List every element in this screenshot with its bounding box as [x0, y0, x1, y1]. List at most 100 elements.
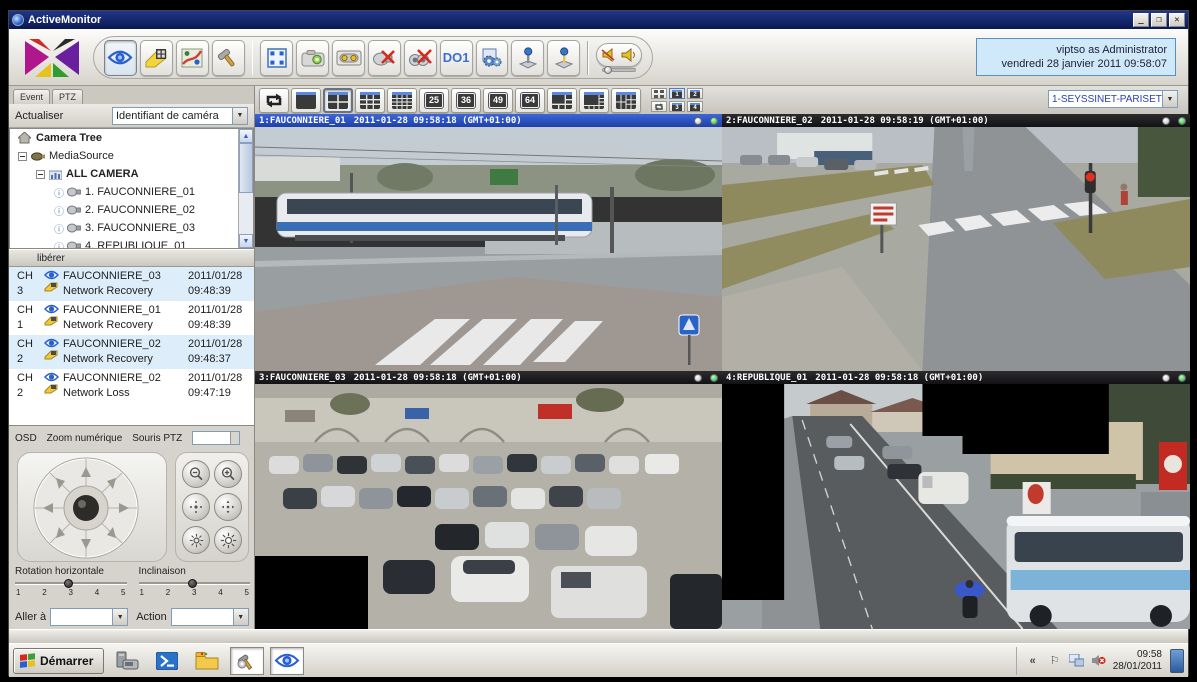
camera-cell-1[interactable]: 1:FAUCONNIERE_01 2011-01-28 09:58:18 (GM…	[255, 114, 722, 371]
joystick-button[interactable]	[511, 40, 544, 76]
camera-cell-4[interactable]: 4:REPUBLIQUE_01 2011-01-28 09:58:18 (GMT…	[722, 371, 1190, 629]
layout-8-button[interactable]	[579, 88, 609, 113]
digital-output-button[interactable]: DO1	[440, 40, 473, 76]
tree-scrollbar[interactable]: ▲ ▼	[238, 129, 253, 248]
tab-event[interactable]: Event	[13, 89, 50, 104]
window-titlebar[interactable]: ActiveMonitor _ ❐ ✕	[9, 11, 1188, 29]
iris-open-button[interactable]	[214, 526, 242, 554]
tilt-slider-thumb[interactable]	[188, 579, 197, 588]
tab-ptz[interactable]: PTZ	[52, 89, 83, 104]
camera-3-titlebar[interactable]: 3:FAUCONNIERE_03 2011-01-28 09:58:18 (GM…	[255, 371, 722, 384]
record-button[interactable]	[332, 40, 365, 76]
joystick-alt-button[interactable]	[547, 40, 580, 76]
layout-64-button[interactable]: 64	[515, 88, 545, 113]
eye-icon[interactable]	[44, 338, 59, 348]
tilt-slider[interactable]	[139, 579, 251, 587]
pan-slider-thumb[interactable]	[64, 579, 73, 588]
tree-root[interactable]: Camera Tree	[10, 129, 253, 147]
event-playback-button[interactable]	[140, 40, 173, 76]
layout-1-button[interactable]	[291, 88, 321, 113]
tree-camera-3[interactable]: ⓘ 3. FAUCONNIERE_03	[10, 219, 253, 237]
page-1-button[interactable]: 1	[669, 88, 685, 99]
layout-49-button[interactable]: 49	[483, 88, 513, 113]
goto-combo[interactable]: ▼	[50, 608, 128, 626]
setup-button[interactable]	[212, 40, 245, 76]
taskbar-tools-icon[interactable]	[230, 647, 264, 675]
zoom-in-button[interactable]	[214, 460, 242, 488]
map-view-button[interactable]	[176, 40, 209, 76]
taskbar-powershell-icon[interactable]	[150, 647, 184, 675]
camera-1-titlebar[interactable]: 1:FAUCONNIERE_01 2011-01-28 09:58:18 (GM…	[255, 114, 722, 127]
volume-slider[interactable]	[602, 68, 636, 72]
camera-disconnect-button[interactable]	[368, 40, 401, 76]
tree-camera-1[interactable]: ⓘ 1. FAUCONNIERE_01	[10, 183, 253, 201]
layout-6-button[interactable]	[547, 88, 577, 113]
camera-cell-3[interactable]: 3:FAUCONNIERE_03 2011-01-28 09:58:18 (GM…	[255, 371, 722, 629]
zoom-out-button[interactable]	[182, 460, 210, 488]
restore-button[interactable]: ❐	[1151, 13, 1167, 27]
layout-16-button[interactable]	[387, 88, 417, 113]
page-grid-button[interactable]	[651, 88, 667, 99]
tray-clock[interactable]: 09:58 28/01/2011	[1113, 649, 1164, 673]
page-cycle-button[interactable]	[651, 101, 667, 112]
iris-close-button[interactable]	[182, 526, 210, 554]
action-combo[interactable]: ▼	[171, 608, 249, 626]
taskbar-folder-icon[interactable]	[190, 647, 224, 675]
camera-4-titlebar[interactable]: 4:REPUBLIQUE_01 2011-01-28 09:58:18 (GMT…	[722, 371, 1190, 384]
layout-10-button[interactable]	[611, 88, 641, 113]
start-button[interactable]: Démarrer	[13, 648, 104, 674]
close-button[interactable]: ✕	[1169, 13, 1185, 27]
fullscreen-button[interactable]	[260, 40, 293, 76]
page-4-button[interactable]: 4	[687, 101, 703, 112]
scroll-up-icon[interactable]: ▲	[239, 129, 253, 143]
scroll-down-icon[interactable]: ▼	[239, 234, 253, 248]
event-row[interactable]: CH2 FAUCONNIERE_02Network Loss 2011/01/2…	[9, 369, 254, 403]
layout-9-button[interactable]	[355, 88, 385, 113]
eye-icon[interactable]	[44, 372, 59, 382]
volume-slider-knob[interactable]	[604, 66, 612, 74]
layout-36-button[interactable]: 36	[451, 88, 481, 113]
spinner-icon[interactable]	[230, 432, 239, 444]
binocular-disconnect-button[interactable]	[404, 40, 437, 76]
site-selector[interactable]: 1-SEYSSINET-PARISET▼	[1048, 90, 1178, 108]
taskbar-computer-icon[interactable]	[110, 647, 144, 675]
osd-button[interactable]: OSD	[15, 433, 37, 444]
cycle-views-button[interactable]	[259, 88, 289, 113]
collapse-icon-2[interactable]	[36, 170, 45, 179]
live-view-button[interactable]	[104, 40, 137, 76]
chevron-down-icon[interactable]: ▼	[232, 108, 247, 124]
show-desktop-button[interactable]	[1170, 649, 1184, 673]
tree-camera-2[interactable]: ⓘ 2. FAUCONNIERE_02	[10, 201, 253, 219]
tree-allcamera[interactable]: ALL CAMERA	[10, 165, 253, 183]
pan-slider[interactable]	[15, 579, 127, 587]
configuration-button[interactable]	[476, 40, 509, 76]
page-3-button[interactable]: 3	[669, 101, 685, 112]
page-2-button[interactable]: 2	[687, 88, 703, 99]
digital-zoom-button[interactable]: Zoom numérique	[47, 433, 123, 444]
audio-button[interactable]	[596, 43, 642, 67]
chevron-down-icon[interactable]: ▼	[1162, 91, 1177, 107]
tray-expand-icon[interactable]: «	[1025, 653, 1041, 669]
event-row[interactable]: CH3 FAUCONNIERE_03Network Recovery 2011/…	[9, 267, 254, 301]
camera-cell-2[interactable]: 2:FAUCONNIERE_02 2011-01-28 09:58:19 (GM…	[722, 114, 1190, 371]
tray-mute-icon[interactable]	[1091, 653, 1107, 669]
tree-camera-4[interactable]: ⓘ 4. REPUBLIQUE_01	[10, 237, 253, 249]
release-button[interactable]: libérer	[9, 249, 254, 267]
refresh-button[interactable]: Actualiser	[15, 110, 112, 122]
layout-4-button[interactable]	[323, 88, 353, 113]
eye-icon[interactable]	[44, 304, 59, 314]
layout-25-button[interactable]: 25	[419, 88, 449, 113]
ptz-center-knob[interactable]	[73, 495, 99, 521]
collapse-icon[interactable]	[18, 152, 27, 161]
chevron-down-icon[interactable]: ▼	[233, 609, 248, 625]
tray-network-icon[interactable]	[1069, 653, 1085, 669]
camera-3-video[interactable]	[255, 384, 722, 629]
minimize-button[interactable]: _	[1133, 13, 1149, 27]
tray-flag-icon[interactable]: ⚐	[1047, 653, 1063, 669]
event-row[interactable]: CH2 FAUCONNIERE_02Network Recovery 2011/…	[9, 335, 254, 369]
snapshot-button[interactable]	[296, 40, 329, 76]
chevron-down-icon[interactable]: ▼	[112, 609, 127, 625]
camera-2-video[interactable]	[722, 127, 1190, 371]
event-row[interactable]: CH1 FAUCONNIERE_01Network Recovery 2011/…	[9, 301, 254, 335]
eye-icon[interactable]	[44, 270, 59, 280]
